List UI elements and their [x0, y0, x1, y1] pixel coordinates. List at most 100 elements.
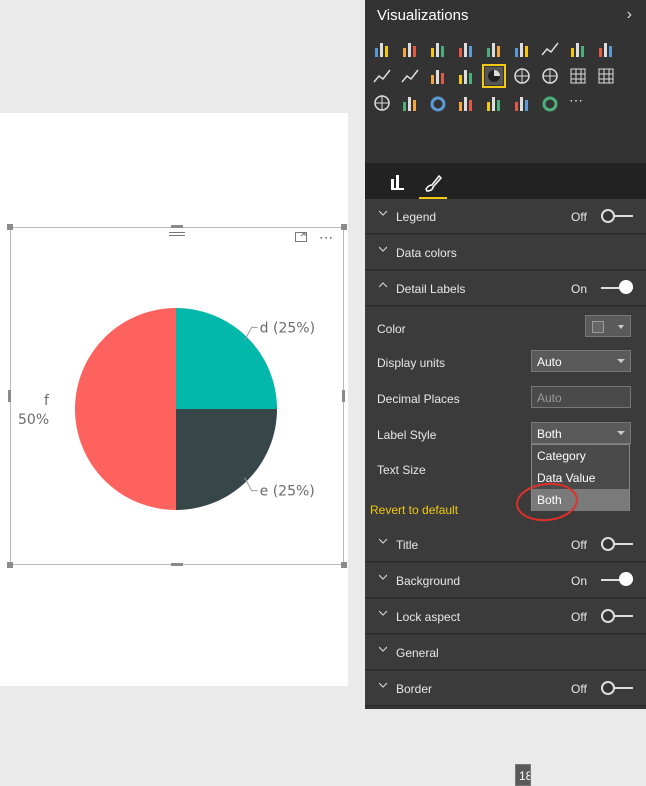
card-title: Title	[396, 538, 419, 552]
100-column-icon[interactable]	[513, 40, 531, 58]
lock-aspect-toggle[interactable]	[601, 609, 633, 623]
resize-handle[interactable]	[341, 562, 347, 568]
toggle-state-label: Off	[571, 610, 587, 624]
card-title: General	[396, 646, 439, 660]
card-detail-labels[interactable]: Detail Labels On	[365, 271, 646, 306]
display-units-value: Auto	[537, 355, 562, 369]
decimal-places-label: Decimal Places	[377, 392, 460, 406]
resize-handle[interactable]	[171, 225, 183, 228]
100-bar-icon[interactable]	[485, 40, 503, 58]
resize-handle[interactable]	[7, 562, 13, 568]
card-background[interactable]: Background On	[365, 563, 646, 598]
card-border[interactable]: Border Off	[365, 671, 646, 706]
clustered-bar-icon[interactable]	[429, 40, 447, 58]
pie-slice-f[interactable]	[75, 308, 176, 510]
filled-map-icon[interactable]	[373, 94, 391, 112]
toggle-state-label: Off	[571, 538, 587, 552]
option-label: Category	[537, 449, 586, 463]
data-label-d: d (25%)	[260, 320, 315, 336]
stacked-column-icon[interactable]	[401, 40, 419, 58]
data-label-e: e (25%)	[260, 484, 315, 500]
background-toggle[interactable]	[601, 572, 633, 587]
stacked-bar-icon[interactable]	[373, 40, 391, 58]
pane-header: Visualizations ›	[365, 0, 646, 32]
resize-handle[interactable]	[342, 390, 345, 402]
text-size-value: 18	[519, 769, 530, 783]
line-column-icon[interactable]	[373, 67, 391, 85]
card-title: Data colors	[396, 246, 457, 260]
line-chart-icon[interactable]	[541, 40, 559, 58]
chevron-down-icon	[379, 538, 387, 544]
resize-handle[interactable]	[8, 390, 11, 402]
table-icon[interactable]	[569, 67, 587, 85]
more-visuals-icon[interactable]: ⋯	[569, 92, 584, 109]
decimal-places-input[interactable]: Auto	[531, 386, 631, 408]
treemap-icon[interactable]	[513, 67, 531, 85]
paint-roller-icon[interactable]	[419, 169, 447, 199]
clustered-column-icon[interactable]	[457, 40, 475, 58]
color-picker[interactable]	[585, 315, 631, 337]
card-title: Detail Labels	[396, 282, 466, 296]
title-toggle[interactable]	[601, 537, 633, 551]
caret-down-icon	[617, 359, 625, 363]
data-label-f-category: f	[44, 393, 50, 409]
detail-labels-toggle[interactable]	[601, 280, 633, 295]
card-legend[interactable]: Legend Off	[365, 199, 646, 234]
scatter-chart-icon[interactable]	[457, 67, 475, 85]
toggle-state-label: Off	[571, 210, 587, 224]
resize-handle[interactable]	[341, 224, 347, 230]
card-title-section[interactable]: Title Off	[365, 527, 646, 562]
border-toggle[interactable]	[601, 681, 633, 695]
line-clustered-column-icon[interactable]	[401, 67, 419, 85]
gauge-icon[interactable]	[429, 94, 447, 112]
card-title: Lock aspect	[396, 610, 461, 624]
text-size-label: Text Size	[377, 463, 426, 477]
area-chart-icon[interactable]	[569, 40, 587, 58]
card-title: Border	[396, 682, 433, 696]
chevron-down-icon	[379, 574, 387, 580]
toggle-state-label: On	[571, 574, 588, 588]
matrix-icon[interactable]	[597, 67, 615, 85]
resize-handle[interactable]	[171, 563, 183, 566]
chevron-down-icon	[379, 210, 387, 216]
card-general[interactable]: General	[365, 635, 646, 670]
text-size-input[interactable]: 18	[515, 764, 531, 786]
chevron-right-icon[interactable]: ›	[627, 6, 632, 24]
report-canvas: ⋯ d (25%) e (25%) f 50%	[0, 0, 365, 709]
card-title: Legend	[396, 210, 437, 224]
pie-chart-visual[interactable]: ⋯ d (25%) e (25%) f 50%	[7, 224, 347, 568]
display-units-label: Display units	[377, 356, 446, 370]
pie-chart: d (25%) e (25%) f 50%	[18, 308, 315, 510]
chevron-down-icon	[379, 646, 387, 652]
legend-toggle[interactable]	[601, 209, 633, 223]
option-category[interactable]: Category	[532, 445, 629, 467]
display-units-dropdown[interactable]: Auto	[531, 350, 631, 372]
funnel-icon[interactable]	[401, 94, 419, 112]
card-icon[interactable]	[485, 94, 503, 112]
card-title: Background	[396, 574, 461, 588]
map-icon[interactable]	[541, 67, 559, 85]
multi-row-card-icon[interactable]	[457, 94, 475, 112]
label-style-dropdown[interactable]: Both	[531, 422, 631, 444]
donut-chart-icon[interactable]	[541, 94, 559, 112]
pie-chart-icon[interactable]	[482, 64, 506, 88]
ribbon-chart-icon[interactable]	[429, 67, 447, 85]
color-swatch	[592, 321, 604, 333]
chevron-down-icon	[379, 246, 387, 252]
chevron-down-icon	[379, 682, 387, 688]
toggle-state-label: On	[571, 282, 588, 296]
revert-to-default-link[interactable]: Revert to default	[370, 503, 458, 517]
caret-down-icon	[617, 431, 625, 435]
data-label-f-value: 50%	[18, 412, 49, 428]
resize-handle[interactable]	[7, 224, 13, 230]
toggle-state-label: Off	[571, 682, 587, 696]
decimal-places-placeholder: Auto	[537, 391, 562, 405]
stacked-area-icon[interactable]	[597, 40, 615, 58]
card-data-colors[interactable]: Data colors	[365, 235, 646, 270]
pane-tab-bar	[365, 163, 646, 199]
slicer-icon[interactable]	[513, 94, 531, 112]
card-lock-aspect[interactable]: Lock aspect Off	[365, 599, 646, 634]
color-label: Color	[377, 322, 406, 336]
visualizations-pane: Visualizations › ⋯ Legend Off Data color…	[365, 0, 646, 786]
fields-icon[interactable]	[383, 169, 411, 197]
